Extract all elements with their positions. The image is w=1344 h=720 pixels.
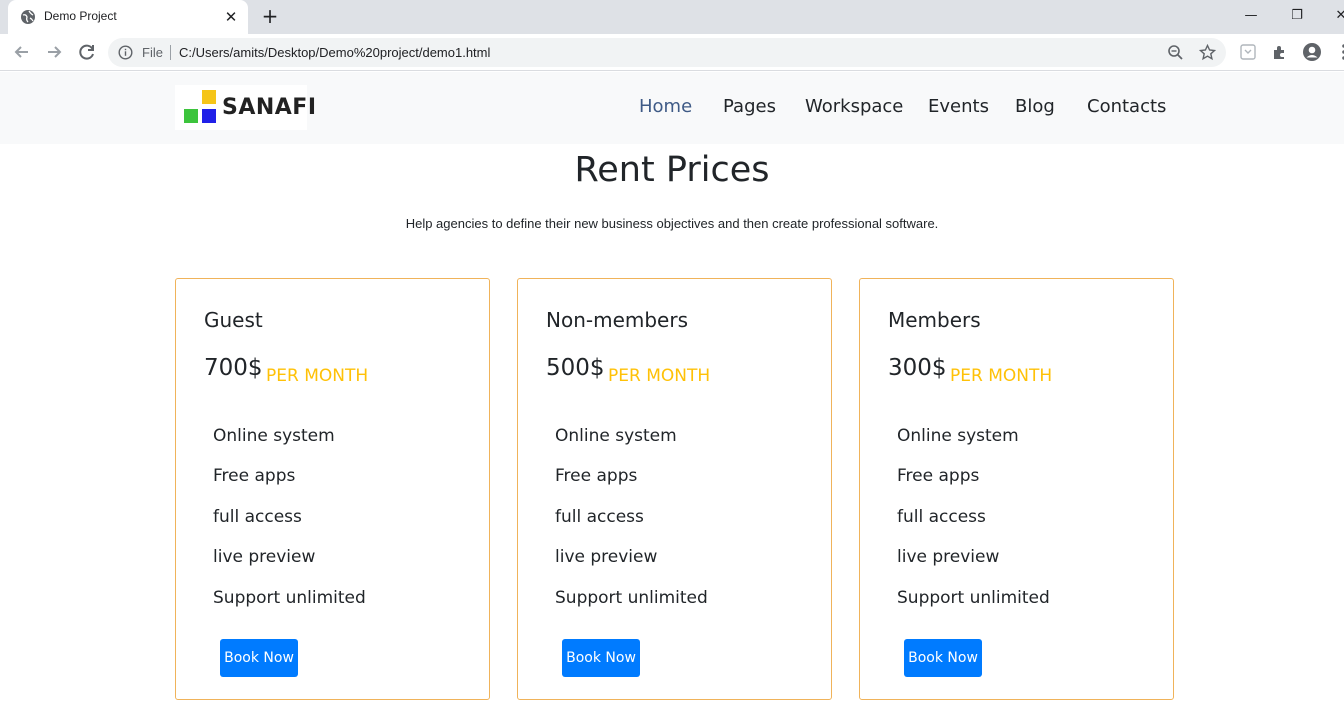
nav-pages[interactable]: Pages	[723, 96, 776, 117]
browser-toolbar: File C:/Users/amits/Desktop/Demo%20proje…	[0, 34, 1344, 71]
forward-icon[interactable]	[43, 41, 65, 63]
plan-feature: Online system	[555, 426, 677, 446]
url-text[interactable]: C:/Users/amits/Desktop/Demo%20project/de…	[179, 45, 490, 60]
new-tab-button[interactable]: +	[258, 5, 282, 29]
restore-button[interactable]: ❐	[1286, 5, 1308, 27]
plan-feature: live preview	[213, 547, 316, 567]
plan-feature: Free apps	[897, 466, 980, 486]
page-title: Rent Prices	[574, 150, 770, 190]
plan-feature: full access	[897, 507, 986, 527]
nav-home[interactable]: Home	[639, 96, 692, 117]
globe-icon	[21, 10, 35, 24]
minimize-button[interactable]: —	[1240, 5, 1262, 27]
reload-icon[interactable]	[76, 41, 98, 63]
plan-feature: Online system	[897, 426, 1019, 446]
plan-period: PER MONTH	[608, 366, 711, 386]
address-bar[interactable]: File C:/Users/amits/Desktop/Demo%20proje…	[108, 38, 1226, 67]
back-icon[interactable]	[11, 41, 33, 63]
browser-tab-bar: Demo Project ✕ + — ❐ ✕	[0, 0, 1344, 34]
plan-feature: Online system	[213, 426, 335, 446]
browser-tab[interactable]: Demo Project ✕	[8, 0, 248, 34]
plan-feature: Support unlimited	[213, 588, 366, 608]
plan-period: PER MONTH	[266, 366, 369, 386]
plan-feature: live preview	[897, 547, 1000, 567]
star-icon[interactable]	[1199, 44, 1216, 61]
plan-name: Members	[888, 308, 981, 332]
plan-price: 700$	[204, 355, 263, 381]
logo-text: SANAFI	[222, 95, 317, 120]
menu-icon[interactable]	[1334, 42, 1344, 62]
plan-feature: full access	[213, 507, 302, 527]
reading-list-icon[interactable]	[1238, 42, 1258, 62]
nav-contacts[interactable]: Contacts	[1087, 96, 1166, 117]
logo[interactable]: SANAFI	[175, 85, 316, 130]
plan-price: 500$	[546, 355, 605, 381]
plan-feature: Support unlimited	[897, 588, 1050, 608]
book-now-button[interactable]: Book Now	[562, 639, 640, 677]
close-window-button[interactable]: ✕	[1330, 5, 1344, 27]
plan-price: 300$	[888, 355, 947, 381]
page-subtitle: Help agencies to define their new busine…	[405, 216, 939, 231]
pricing-card-members: Members 300$ PER MONTH Online system Fre…	[859, 278, 1174, 700]
plan-feature: Free apps	[555, 466, 638, 486]
site-navbar: SANAFI Home Pages Workspace Events Blog …	[0, 72, 1344, 144]
pricing-card-guest: Guest 700$ PER MONTH Online system Free …	[175, 278, 490, 700]
nav-events[interactable]: Events	[928, 96, 989, 117]
address-separator	[170, 45, 171, 60]
nav-workspace[interactable]: Workspace	[805, 96, 903, 117]
plan-period: PER MONTH	[950, 366, 1053, 386]
nav-blog[interactable]: Blog	[1015, 96, 1055, 117]
extensions-icon[interactable]	[1270, 42, 1290, 62]
logo-squares-icon	[184, 90, 216, 123]
plan-feature: Support unlimited	[555, 588, 708, 608]
info-icon[interactable]	[118, 45, 133, 60]
plan-feature: live preview	[555, 547, 658, 567]
zoom-icon[interactable]	[1167, 44, 1184, 61]
plan-feature: Free apps	[213, 466, 296, 486]
pricing-card-non-members: Non-members 500$ PER MONTH Online system…	[517, 278, 832, 700]
plan-name: Non-members	[546, 308, 689, 332]
plan-feature: full access	[555, 507, 644, 527]
book-now-button[interactable]: Book Now	[220, 639, 298, 677]
plan-name: Guest	[204, 308, 263, 332]
file-scheme-label: File	[142, 45, 163, 60]
book-now-button[interactable]: Book Now	[904, 639, 982, 677]
profile-icon[interactable]	[1302, 42, 1322, 62]
tab-title: Demo Project	[44, 9, 117, 23]
close-tab-icon[interactable]: ✕	[222, 8, 240, 26]
